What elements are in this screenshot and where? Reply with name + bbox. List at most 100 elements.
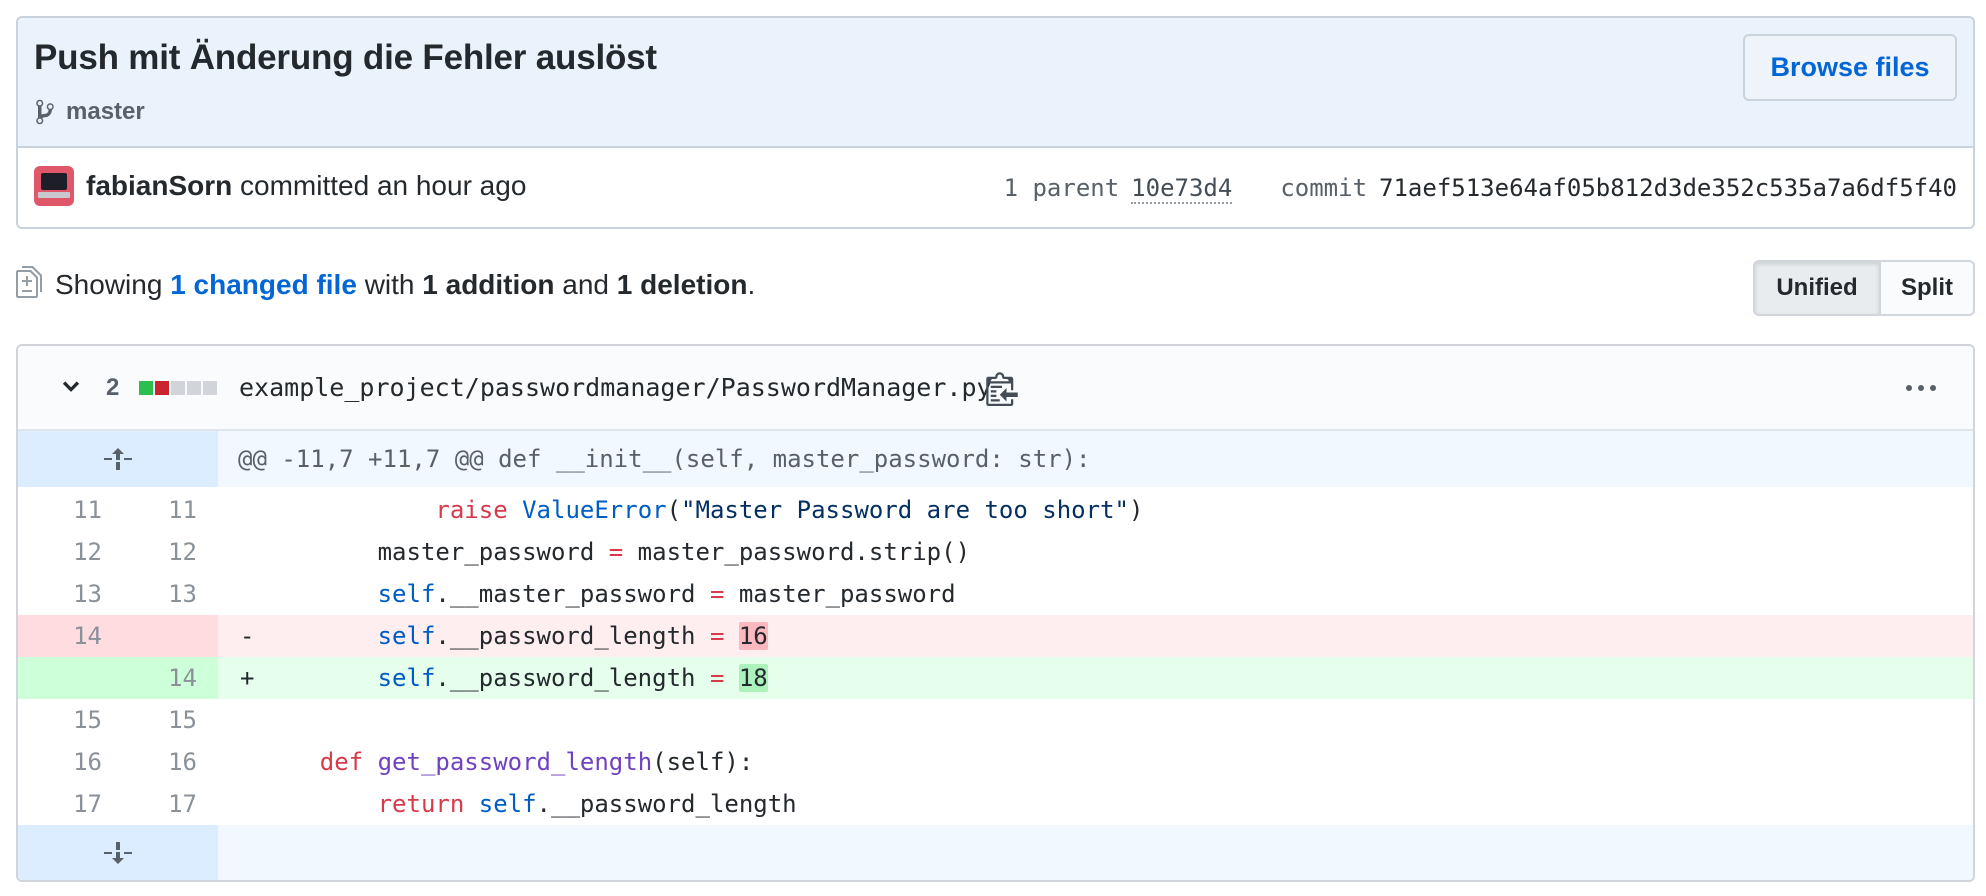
laptop-base	[38, 192, 70, 198]
file-diff: 2 example_project/passwordmanager/Passwo…	[16, 344, 1975, 882]
diff-line-ctx: 13 13 self.__master_password = master_pas…	[18, 573, 1973, 615]
diff-summary: Showing 1 changed file with 1 addition a…	[55, 269, 755, 301]
diff-sign	[240, 699, 262, 741]
diff-lines: 11 11 raise ValueError("Master Password a…	[18, 489, 1973, 825]
changed-files-link[interactable]: 1 changed file	[170, 269, 357, 300]
sha-area: 1 parent 10e73d4 commit 71aef513e64af05b…	[1004, 174, 1957, 204]
new-line-number[interactable]: 13	[118, 573, 218, 615]
git-branch-icon	[36, 99, 54, 125]
code-token: )	[1128, 496, 1144, 524]
diff-view-toggle: Unified Split	[1753, 260, 1975, 316]
author-link[interactable]: fabianSorn	[86, 170, 232, 201]
browse-files-button[interactable]: Browse files	[1743, 34, 1957, 101]
branch-label[interactable]: master	[34, 98, 145, 126]
additions-count: 1 addition	[422, 269, 555, 300]
author-line: fabianSorn committed an hour ago	[86, 170, 526, 202]
change-count: 2	[106, 374, 120, 401]
split-button[interactable]: Split	[1881, 262, 1973, 314]
branch-name: master	[66, 98, 145, 125]
hunk-header-row: @@ -11,7 +11,7 @@ def __init__(self, mas…	[18, 431, 1973, 487]
code-token: master_password.strip()	[623, 538, 971, 566]
summary-and: and	[562, 269, 609, 300]
code-token: get_password_length	[377, 748, 653, 776]
hunk-header: @@ -11,7 +11,7 @@ def __init__(self, mas…	[238, 445, 1091, 473]
file-header: 2 example_project/passwordmanager/Passwo…	[18, 346, 1973, 431]
diff-sign: +	[240, 664, 255, 692]
code-line: def get_password_length(self):	[218, 741, 1973, 783]
new-line-number[interactable]: 15	[118, 699, 218, 741]
new-line-number[interactable]: 17	[118, 783, 218, 825]
old-line-number[interactable]: 15	[18, 699, 118, 741]
author-avatar[interactable]	[34, 166, 74, 206]
chevron-down-icon[interactable]	[58, 374, 84, 400]
commit-title-bar: Push mit Änderung die Fehler auslöst mas…	[18, 18, 1973, 148]
diff-sign	[240, 531, 262, 573]
code-token: .__password_length	[435, 664, 710, 692]
unified-button[interactable]: Unified	[1755, 262, 1881, 314]
old-line-number[interactable]: 12	[18, 531, 118, 573]
code-token: ValueError	[522, 496, 667, 524]
expand-down-icon[interactable]	[18, 825, 218, 880]
code-token: .__password_length	[435, 622, 710, 650]
code-token: (	[666, 496, 682, 524]
more-options-icon[interactable]	[1905, 376, 1937, 400]
old-line-number[interactable]: 16	[18, 741, 118, 783]
new-line-number[interactable]: 16	[118, 741, 218, 783]
diffstat-block-neutral	[203, 381, 217, 395]
code-line: return self.__password_length	[218, 783, 1973, 825]
expand-up-icon[interactable]	[18, 431, 218, 487]
diff-line-ctx: 17 17 return self.__password_length	[18, 783, 1973, 825]
new-line-number[interactable]: 14	[118, 657, 218, 699]
old-line-number[interactable]: 17	[18, 783, 118, 825]
diff-line-ctx: 12 12 master_password = master_password.s…	[18, 531, 1973, 573]
copy-path-icon[interactable]	[986, 370, 1018, 406]
code-line: self.__master_password = master_password	[218, 573, 1973, 615]
diff-sign	[240, 489, 262, 531]
diff-line-ctx: 15 15	[18, 699, 1973, 741]
code-token: self	[377, 580, 436, 608]
diffstat	[139, 381, 217, 395]
code-token: raise	[435, 496, 508, 524]
old-line-number[interactable]: 14	[18, 615, 118, 657]
old-line-number[interactable]: 11	[18, 489, 118, 531]
code-token: =	[709, 622, 725, 650]
new-line-number[interactable]	[118, 615, 218, 657]
hunk-footer	[218, 825, 1973, 880]
committed-text: committed an hour ago	[240, 170, 527, 201]
diff-line-ctx: 16 16 def get_password_length(self):	[18, 741, 1973, 783]
code-token: self	[377, 622, 436, 650]
new-line-number[interactable]: 12	[118, 531, 218, 573]
new-line-number[interactable]: 11	[118, 489, 218, 531]
commit-meta: fabianSorn committed an hour ago 1 paren…	[18, 148, 1973, 227]
diff-line-ctx: 11 11 raise ValueError("Master Password a…	[18, 489, 1973, 531]
code-token: self	[478, 790, 537, 818]
file-diff-icon	[16, 266, 42, 298]
diffstat-block-neutral	[171, 381, 185, 395]
code-token: def	[319, 748, 364, 776]
code-token: self	[377, 664, 436, 692]
diff-sign	[240, 783, 262, 825]
file-path[interactable]: example_project/passwordmanager/Password…	[239, 373, 992, 402]
diff-line-add: 14 + self.__password_length = 18	[18, 657, 1973, 699]
unfold-icon	[104, 842, 132, 864]
diff-sign	[240, 741, 262, 783]
diff-line-del: 14 - self.__password_length = 16	[18, 615, 1973, 657]
commit-label: commit	[1280, 174, 1368, 202]
laptop-icon	[41, 173, 67, 190]
parent-sha-link[interactable]: 10e73d4	[1131, 174, 1233, 204]
old-line-number[interactable]: 13	[18, 573, 118, 615]
diffstat-block-add	[139, 381, 153, 395]
old-line-number[interactable]	[18, 657, 118, 699]
commit-title: Push mit Änderung die Fehler auslöst	[34, 38, 657, 77]
code-token: 18	[738, 664, 768, 692]
hunk-footer-row	[18, 825, 1973, 880]
summary-showing: Showing	[55, 269, 163, 300]
code-token: =	[608, 538, 624, 566]
